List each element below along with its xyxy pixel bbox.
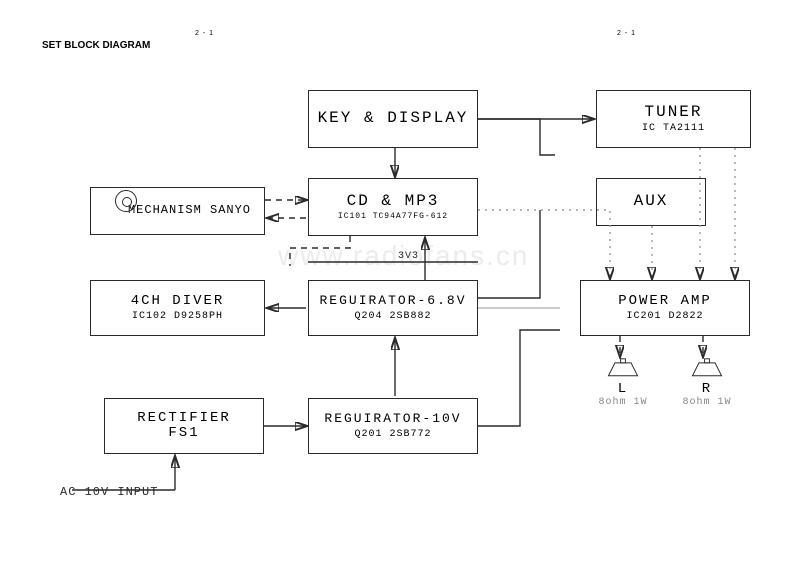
page: SET BLOCK DIAGRAM 2 - 1 2 - 1 www.radiof… [0,0,800,566]
wires: cd dashed --> [0,0,800,566]
